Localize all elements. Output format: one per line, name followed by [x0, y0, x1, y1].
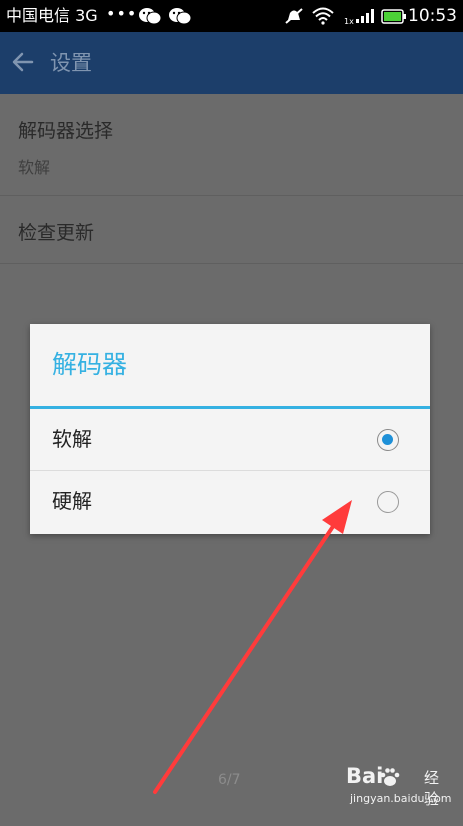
- signal-icon: 1x: [344, 6, 378, 30]
- page-counter: 6/7: [218, 772, 241, 788]
- radio-unchecked-icon[interactable]: [377, 491, 399, 513]
- radio-checked-icon[interactable]: [377, 429, 399, 451]
- page-title: 设置: [50, 51, 92, 75]
- mute-icon: [284, 7, 304, 29]
- action-bar: 设置: [0, 32, 463, 94]
- decoder-preference-title: 解码器选择: [18, 120, 114, 142]
- settings-list: 解码器选择 软解 检查更新: [0, 94, 463, 264]
- battery-icon: [381, 9, 407, 28]
- option-software-decode[interactable]: 软解: [30, 409, 430, 471]
- check-update-preference[interactable]: 检查更新: [0, 196, 463, 264]
- decoder-preference[interactable]: 解码器选择 软解: [0, 94, 463, 196]
- watermark-logo: Bai: [346, 764, 384, 788]
- paw-icon: [379, 766, 401, 792]
- option-label: 硬解: [52, 489, 92, 513]
- more-notifications-icon: •••: [106, 4, 138, 23]
- decoder-dialog: 解码器 软解 硬解: [30, 324, 430, 534]
- check-update-title: 检查更新: [18, 222, 95, 244]
- clock: 10:53: [408, 6, 457, 26]
- decoder-preference-summary: 软解: [18, 158, 51, 177]
- svg-text:1x: 1x: [344, 17, 354, 26]
- watermark: Bai 经验 jingyan.baidu.com: [342, 764, 452, 814]
- option-label: 软解: [52, 427, 92, 451]
- wechat-icon: [138, 7, 162, 29]
- watermark-url: jingyan.baidu.com: [350, 792, 452, 805]
- status-bar: 中国电信 3G ••• 1x 10:53: [0, 0, 463, 32]
- dialog-title: 解码器: [52, 350, 128, 379]
- wechat-icon: [168, 7, 192, 29]
- wifi-icon: [312, 7, 334, 29]
- option-hardware-decode[interactable]: 硬解: [30, 471, 430, 533]
- carrier-label: 中国电信 3G: [6, 6, 98, 25]
- back-arrow-icon[interactable]: [12, 52, 34, 76]
